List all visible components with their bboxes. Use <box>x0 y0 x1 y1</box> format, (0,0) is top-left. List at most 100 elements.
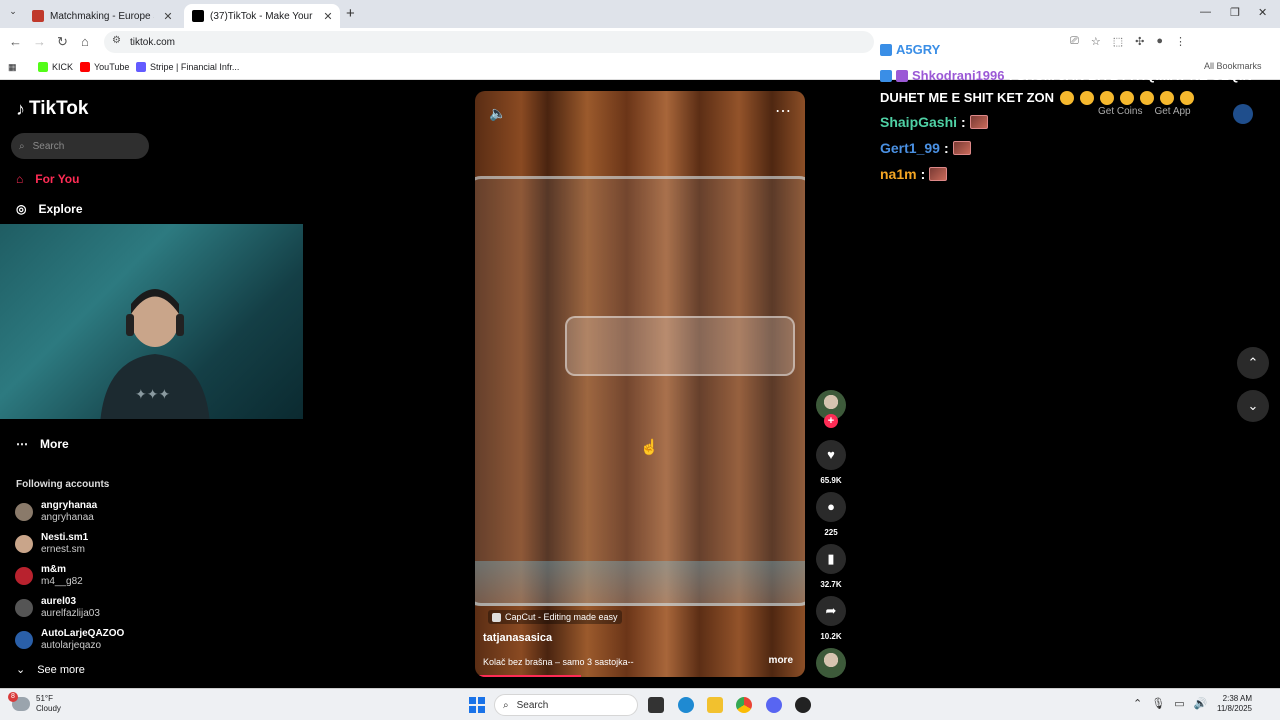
follow-plus-button[interactable]: + <box>824 414 838 428</box>
emote-icon <box>929 167 948 181</box>
get-app-button[interactable]: Get App <box>1154 106 1190 117</box>
tab-title: (37)TikTok - Make Your Day <box>210 10 314 22</box>
more-options-icon[interactable]: ⋯ <box>775 101 791 121</box>
chrome-icon[interactable] <box>736 697 752 713</box>
more-dots-icon: ⋯ <box>16 437 28 451</box>
site-info-icon[interactable]: ⚙ <box>112 35 121 46</box>
sound-avatar[interactable] <box>816 648 846 678</box>
save-button[interactable]: ▮ <box>816 544 846 574</box>
task-view-icon[interactable] <box>648 697 664 713</box>
taskbar-search[interactable]: ⌕ Search <box>494 694 638 716</box>
logo-text: TikTok <box>29 98 89 119</box>
video-progress-bar[interactable] <box>475 675 581 677</box>
account-item[interactable]: aurel03 aurelfazlija03 <box>15 596 100 620</box>
account-handle: ernest.sm <box>41 544 85 555</box>
reload-icon[interactable]: ↻ <box>57 34 68 50</box>
laughing-emoji-icon <box>1160 90 1175 105</box>
chat-text: DUHET ME E SHIT KET ZON <box>880 90 1055 105</box>
see-more-label: See more <box>37 663 85 676</box>
weather-widget[interactable]: 8 51°F Cloudy <box>8 692 61 714</box>
comment-count: 225 <box>824 528 838 537</box>
star-icon[interactable]: ☆ <box>1091 35 1101 48</box>
nav-for-you[interactable]: ⌂ For You <box>16 172 79 186</box>
avatar <box>15 567 33 585</box>
video-player[interactable]: 🔈 ⋯ CapCut - Editing made easy tatjanasa… <box>475 91 805 677</box>
menu-icon[interactable]: ⋮ <box>1175 35 1186 48</box>
chat-text: : SHUM JAN BA BYTHQIMAT NE ULQIN <box>1008 68 1252 83</box>
cast-icon[interactable]: ⎚ <box>1070 35 1079 48</box>
tab-tiktok[interactable]: (37)TikTok - Make Your Day ✕ <box>184 4 340 28</box>
volume-icon[interactable]: 🔊 <box>1194 697 1208 710</box>
laughing-emoji-icon <box>1100 90 1115 105</box>
chat-text: : <box>943 140 949 156</box>
home-icon[interactable]: ⌂ <box>81 34 89 49</box>
close-tab-icon[interactable]: ✕ <box>320 10 336 23</box>
close-window-icon[interactable]: ✕ <box>1258 6 1267 19</box>
chat-badge-icon <box>880 69 892 82</box>
see-more-button[interactable]: ⌄ See more <box>16 663 85 677</box>
volume-icon[interactable]: 🔈 <box>489 105 506 122</box>
next-video-button[interactable]: ⌄ <box>1237 390 1269 422</box>
minimize-icon[interactable]: — <box>1200 6 1211 18</box>
account-item[interactable]: m&m m4__g82 <box>15 564 83 588</box>
comment-button[interactable]: ● <box>816 492 846 522</box>
account-item[interactable]: Nesti.sm1 ernest.sm <box>15 532 88 556</box>
discord-icon[interactable] <box>766 697 782 713</box>
restore-icon[interactable]: ❐ <box>1230 6 1240 19</box>
account-handle: angryhanaa <box>41 512 94 523</box>
address-bar[interactable]: ⚙ tiktok.com <box>104 31 874 53</box>
avatar <box>15 503 33 521</box>
microphone-icon[interactable]: 🎙 <box>1151 697 1165 710</box>
back-icon[interactable]: ← <box>9 34 22 49</box>
comment-icon: ● <box>827 499 835 514</box>
nav-more[interactable]: ⋯ More <box>16 437 69 451</box>
clock[interactable]: 2:38 AM 11/8/2025 <box>1212 694 1252 714</box>
bookmark-youtube[interactable]: YouTube <box>80 62 129 72</box>
tab-search-icon[interactable]: ⌄ <box>6 6 20 20</box>
windows-start-icon[interactable] <box>469 697 485 713</box>
network-icon[interactable]: ▭ <box>1174 697 1184 710</box>
chevron-up-icon[interactable]: ⌃ <box>1133 697 1142 710</box>
capcut-link[interactable]: CapCut - Editing made easy <box>488 610 622 624</box>
nav-explore[interactable]: ◎ Explore <box>16 202 83 216</box>
tab-matchmaking[interactable]: Matchmaking - Europe 5v5 Qu... ✕ <box>24 4 180 28</box>
profile-icon[interactable]: ● <box>1156 35 1163 48</box>
tiktok-logo[interactable]: ♪ TikTok <box>16 98 88 120</box>
chat-user: Gert1_99 <box>880 140 940 156</box>
screen: ⌄ Matchmaking - Europe 5v5 Qu... ✕ (37)T… <box>0 0 1280 720</box>
weather-temp: 51°F <box>36 694 53 703</box>
laughing-emoji-icon <box>1060 90 1075 105</box>
description-more-button[interactable]: more <box>769 655 793 666</box>
avatar <box>15 631 33 649</box>
account-item[interactable]: angryhanaa angryhanaa <box>15 500 97 524</box>
forward-icon[interactable]: → <box>33 34 46 49</box>
edge-icon[interactable] <box>678 697 694 713</box>
share-button[interactable]: ➦ <box>816 596 846 626</box>
chat-message-continued: DUHET ME E SHIT KET ZON <box>880 90 1195 105</box>
video-frame-edge <box>475 561 805 606</box>
system-tray: ⌃ 🎙 ▭ 🔊 <box>1133 697 1207 710</box>
search-input[interactable]: ⌕ Search <box>11 133 149 159</box>
close-tab-icon[interactable]: ✕ <box>160 10 176 23</box>
get-coins-button[interactable]: Get Coins <box>1098 106 1142 117</box>
video-username[interactable]: tatjanasasica <box>483 632 552 644</box>
bookmark-stripe[interactable]: Stripe | Financial Infr... <box>136 62 239 72</box>
bookmark-label: YouTube <box>94 62 130 72</box>
apps-grid-icon[interactable]: ▦ <box>8 62 17 73</box>
profile-avatar[interactable] <box>1233 104 1253 124</box>
weather-desc: Cloudy <box>36 704 61 713</box>
like-button[interactable]: ♥ <box>816 440 846 470</box>
capcut-icon <box>492 612 501 622</box>
extension-icon[interactable]: ⬚ <box>1113 35 1123 48</box>
file-explorer-icon[interactable] <box>707 697 723 713</box>
account-name: m&m <box>41 564 67 575</box>
account-item[interactable]: AutoLarjeQAZOO autolarjeqazo <box>15 628 124 652</box>
share-icon: ➦ <box>825 603 837 618</box>
video-description: Kolač bez brašna – samo 3 sastojka-- <box>483 657 634 667</box>
app-icon[interactable] <box>795 697 811 713</box>
new-tab-button[interactable]: + <box>346 5 355 22</box>
previous-video-button[interactable]: ⌃ <box>1237 347 1269 379</box>
bookmark-kick[interactable]: KICK <box>38 62 73 72</box>
laughing-emoji-icon <box>1080 90 1095 105</box>
puzzle-icon[interactable]: ✣ <box>1135 35 1144 48</box>
